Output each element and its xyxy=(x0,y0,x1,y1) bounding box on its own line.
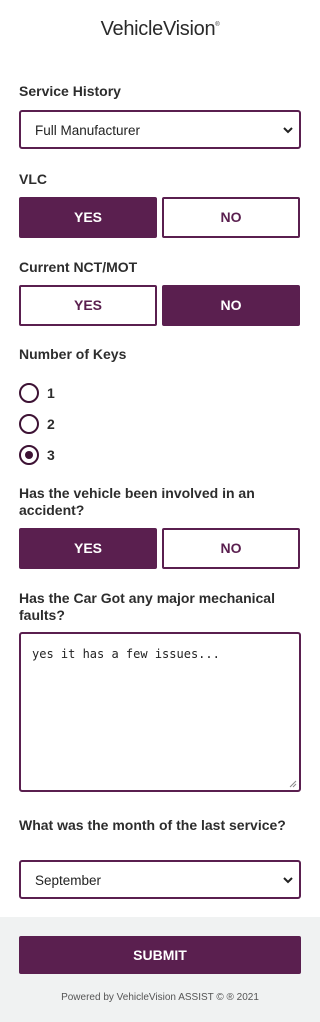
accident-yes-button[interactable]: YES xyxy=(19,528,157,569)
keys-option-label: 2 xyxy=(47,416,55,432)
last-service-select[interactable]: September xyxy=(19,860,301,899)
footer: SUBMIT Powered by VehicleVision ASSIST ©… xyxy=(0,917,320,1022)
vlc-label: VLC xyxy=(19,171,47,187)
keys-option-label: 1 xyxy=(47,385,55,401)
submit-button[interactable]: SUBMIT xyxy=(19,936,301,974)
radio-button-selected[interactable] xyxy=(19,445,39,465)
radio-button[interactable] xyxy=(19,383,39,403)
powered-by-text: Powered by VehicleVision ASSIST © ® 2021 xyxy=(61,992,259,1003)
last-service-label: What was the month of the last service? xyxy=(19,817,286,833)
vlc-yes-button[interactable]: YES xyxy=(19,197,157,238)
service-history-label: Service History xyxy=(19,83,121,99)
faults-textarea[interactable]: yes it has a few issues... xyxy=(19,632,301,792)
radio-dot-icon xyxy=(25,451,33,459)
accident-no-button[interactable]: NO xyxy=(162,528,300,569)
brand-logo: VehicleVision® xyxy=(0,18,320,41)
brand-name: VehicleVision xyxy=(100,18,216,40)
faults-label: Has the Car Got any major mechanical fau… xyxy=(19,590,275,623)
nct-no-button[interactable]: NO xyxy=(162,285,300,326)
registered-mark: ® xyxy=(215,22,220,28)
service-history-select[interactable]: Full Manufacturer xyxy=(19,110,301,149)
vlc-no-button[interactable]: NO xyxy=(162,197,300,238)
radio-button[interactable] xyxy=(19,414,39,434)
chevron-down-icon xyxy=(283,877,293,884)
last-service-value: September xyxy=(35,873,102,888)
keys-label: Number of Keys xyxy=(19,346,127,362)
faults-text: yes it has a few issues... xyxy=(32,647,220,661)
resize-grip-icon[interactable] xyxy=(289,780,297,788)
nct-label: Current NCT/MOT xyxy=(19,259,138,275)
service-history-value: Full Manufacturer xyxy=(35,123,141,138)
nct-yes-button[interactable]: YES xyxy=(19,285,157,326)
chevron-down-icon xyxy=(283,127,293,134)
keys-option-label: 3 xyxy=(47,447,55,463)
accident-label: Has the vehicle been involved in an acci… xyxy=(19,485,255,518)
